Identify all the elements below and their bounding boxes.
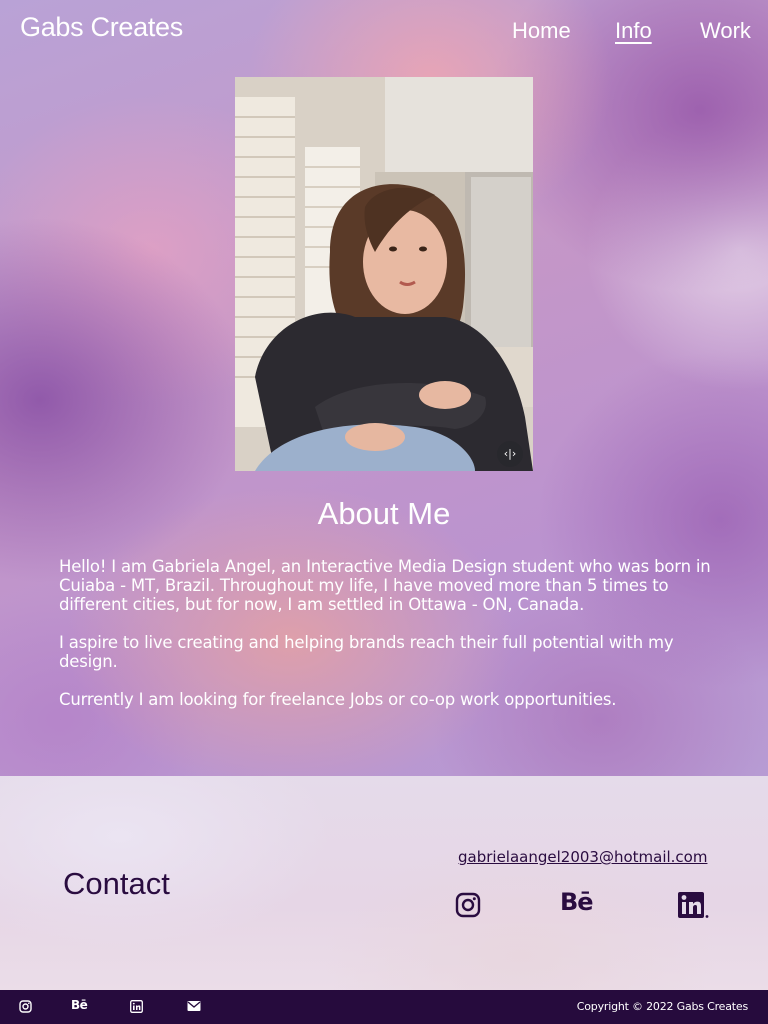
contact-email-link[interactable]: gabrielaangel2003@hotmail.com	[458, 848, 707, 866]
hero-section: Gabs Creates Home Info Work ‹|› About Me…	[0, 0, 768, 776]
about-paragraph-2: I aspire to live creating and helping br…	[59, 633, 674, 671]
linkedin-icon[interactable]	[130, 1000, 144, 1014]
copyright-text: Copyright © 2022 Gabs Creates	[576, 1000, 748, 1013]
nav-home[interactable]: Home	[512, 18, 571, 44]
profile-photo: ‹|›	[235, 77, 533, 471]
behance-icon[interactable]: Bē	[71, 998, 88, 1014]
about-text: Hello! I am Gabriela Angel, an Interacti…	[59, 557, 719, 728]
about-paragraph-3: Currently I am looking for freelance Job…	[59, 690, 617, 709]
expand-arrows-icon[interactable]: ‹|›	[497, 441, 523, 467]
behance-icon[interactable]: Bē	[560, 888, 594, 920]
mail-icon[interactable]	[187, 1000, 201, 1014]
nav-info[interactable]: Info	[615, 18, 652, 44]
instagram-icon[interactable]	[455, 892, 483, 920]
instagram-icon[interactable]	[19, 1000, 33, 1014]
about-title: About Me	[317, 496, 451, 531]
site-footer: Bē Copyright © 2022 Gabs Creates	[0, 990, 768, 1024]
contact-title: Contact	[63, 866, 170, 901]
linkedin-icon[interactable]	[678, 892, 709, 920]
contact-section: Contact gabrielaangel2003@hotmail.com Bē	[0, 776, 768, 990]
nav-work[interactable]: Work	[700, 18, 751, 44]
main-nav: Home Info Work	[0, 18, 768, 48]
about-paragraph-1: Hello! I am Gabriela Angel, an Interacti…	[59, 557, 711, 614]
